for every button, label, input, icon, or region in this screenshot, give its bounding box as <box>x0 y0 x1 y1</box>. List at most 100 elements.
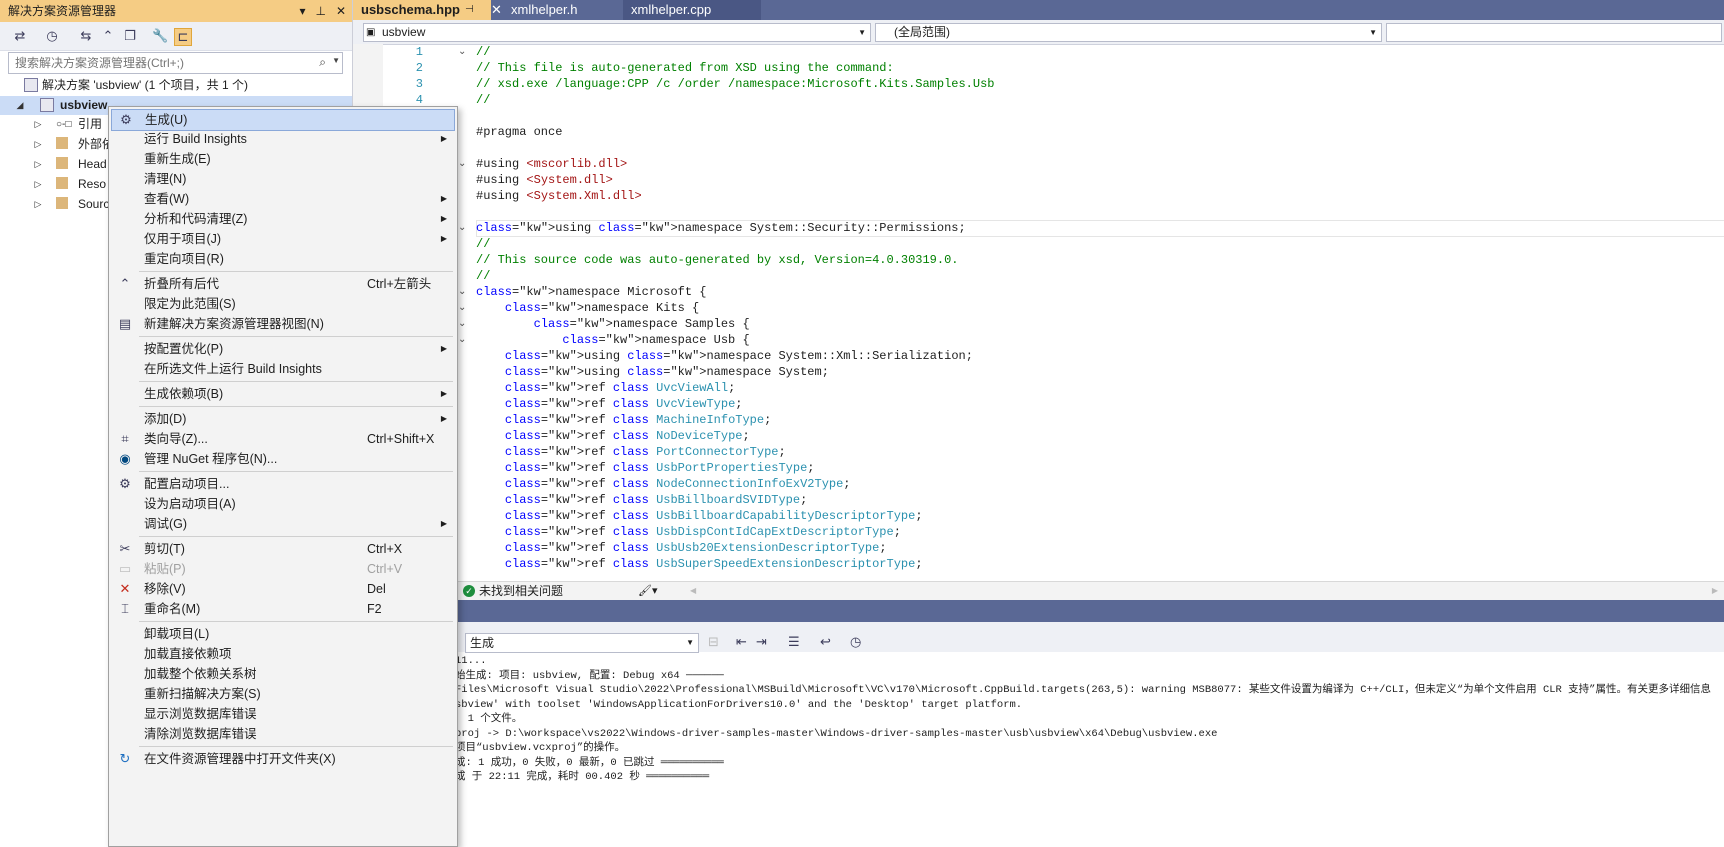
tree-item-headers[interactable]: ▷ Head <box>0 155 108 174</box>
menu-item-29[interactable]: 显示浏览数据库错误 <box>111 704 455 724</box>
code-line[interactable]: // This source code was auto-generated b… <box>476 252 958 268</box>
tab-usbschema-hpp[interactable]: usbschema.hpp ⊣ ✕ <box>353 0 502 20</box>
code-line[interactable]: class="kw">namespace Microsoft { <box>476 284 706 300</box>
collapse-arrow-icon[interactable]: ▷ <box>33 115 43 134</box>
switch-views-icon[interactable]: ⇆ <box>78 28 94 44</box>
code-line[interactable]: class="kw">ref class UsbUsb20ExtensionDe… <box>476 540 887 556</box>
code-line[interactable]: class="kw">using class="kw">namespace Sy… <box>476 348 973 364</box>
fold-icon[interactable]: ⌄ <box>458 156 468 172</box>
close-icon[interactable]: ✕ <box>336 0 346 22</box>
sync-icon[interactable]: ⇄ <box>12 28 28 44</box>
tree-item-sources[interactable]: ▷ Sourc <box>0 195 109 214</box>
code-line[interactable]: // xsd.exe /language:CPP /c /order /name… <box>476 76 994 92</box>
expand-arrow-icon[interactable]: ◢ <box>15 96 25 115</box>
menu-item-20[interactable]: 调试(G) ▶ <box>111 514 455 534</box>
code-line[interactable]: class="kw">ref class UsbDispContIdCapExt… <box>476 524 901 540</box>
show-all-files-icon[interactable]: ❐ <box>122 28 138 44</box>
code-line[interactable]: #pragma once <box>476 124 562 140</box>
code-line[interactable]: #using <System.Xml.dll> <box>476 188 642 204</box>
fold-icon[interactable]: ⌄ <box>458 332 468 348</box>
fold-icon[interactable]: ⌄ <box>458 300 468 316</box>
menu-item-6[interactable]: 分析和代码清理(Z) ▶ <box>111 209 455 229</box>
menu-item-23[interactable]: ✕ 移除(V) Del <box>111 579 455 599</box>
code-line[interactable]: class="kw">using class="kw">namespace Sy… <box>476 220 966 236</box>
menu-item-9[interactable]: ⌃ 折叠所有后代 Ctrl+左箭头 <box>111 274 455 294</box>
code-line[interactable]: class="kw">ref class UvcViewAll; <box>476 380 735 396</box>
previous-message-icon[interactable]: ⇤ <box>736 634 747 650</box>
menu-item-7[interactable]: 仅用于项目(J) ▶ <box>111 229 455 249</box>
clear-all-icon[interactable]: ☰ <box>788 634 800 650</box>
code-editor[interactable]: //// This file is auto-generated from XS… <box>476 44 1724 582</box>
pin-icon[interactable]: ⊣ <box>465 0 474 20</box>
tree-item-external[interactable]: ▷ 外部依 <box>0 135 114 154</box>
code-line[interactable]: // This file is auto-generated from XSD … <box>476 60 894 76</box>
next-message-icon[interactable]: ⇥ <box>756 634 767 650</box>
menu-item-21[interactable]: ✂ 剪切(T) Ctrl+X <box>111 539 455 559</box>
menu-item-1[interactable]: ⚙ 生成(U) <box>111 109 455 131</box>
menu-item-25[interactable]: 卸载项目(L) <box>111 624 455 644</box>
history-icon[interactable]: ◷ <box>44 28 60 44</box>
menu-item-4[interactable]: 清理(N) <box>111 169 455 189</box>
search-options-icon[interactable]: ▼ <box>332 56 340 65</box>
output-source-select[interactable]: 生成 ▼ <box>465 633 699 653</box>
menu-item-24[interactable]: ⌶ 重命名(M) F2 <box>111 599 455 619</box>
tab-xmlhelper-h[interactable]: xmlhelper.h <box>503 0 627 20</box>
brush-icon[interactable]: 🖌▾ <box>638 582 658 600</box>
scope-dropdown[interactable]: (全局范围) ▼ <box>875 23 1382 42</box>
code-line[interactable]: #using <System.dll> <box>476 172 613 188</box>
menu-item-16[interactable]: ⌗ 类向导(Z)... Ctrl+Shift+X <box>111 429 455 449</box>
preview-selected-icon[interactable]: ⊏ <box>174 28 192 46</box>
search-input[interactable] <box>13 54 317 72</box>
fold-icon[interactable]: ⌄ <box>458 284 468 300</box>
code-line[interactable]: class="kw">namespace Kits { <box>476 300 699 316</box>
code-line[interactable]: // <box>476 44 490 60</box>
code-line[interactable]: class="kw">ref class UsbSuperSpeedExtens… <box>476 556 923 572</box>
collapse-all-icon[interactable]: ⌃ <box>100 28 116 44</box>
pin-icon[interactable]: ⊥ <box>315 0 325 22</box>
collapse-arrow-icon[interactable]: ▷ <box>33 155 43 174</box>
menu-item-3[interactable]: 重新生成(E) <box>111 149 455 169</box>
code-line[interactable]: class="kw">ref class UsbBillboardSVIDTyp… <box>476 492 807 508</box>
solution-explorer-search[interactable]: ⌕ ▼ <box>8 52 343 74</box>
dropdown-arrow-icon[interactable]: ▾ <box>299 0 305 22</box>
menu-item-8[interactable]: 重定向项目(R) <box>111 249 455 269</box>
properties-icon[interactable]: 🔧 <box>152 28 168 44</box>
scroll-right-icon[interactable]: ▶ <box>1712 582 1718 600</box>
collapse-arrow-icon[interactable]: ▷ <box>33 175 43 194</box>
menu-item-18[interactable]: ⚙ 配置启动项目... <box>111 474 455 494</box>
code-line[interactable]: // <box>476 268 490 284</box>
code-line[interactable]: class="kw">ref class UsbBillboardCapabil… <box>476 508 923 524</box>
menu-item-14[interactable]: 生成依赖项(B) ▶ <box>111 384 455 404</box>
menu-item-13[interactable]: 在所选文件上运行 Build Insights <box>111 359 455 379</box>
output-text[interactable]: 11... 始生成: 项目: usbview, 配置: Debug x64 ───… <box>455 654 1724 845</box>
close-icon[interactable]: ✕ <box>491 0 502 20</box>
member-dropdown[interactable] <box>1386 23 1722 42</box>
code-line[interactable]: class="kw">ref class NodeConnectionInfoE… <box>476 476 851 492</box>
menu-item-17[interactable]: ◉ 管理 NuGet 程序包(N)... <box>111 449 455 469</box>
fold-icon[interactable]: ⌄ <box>458 316 468 332</box>
menu-item-10[interactable]: 限定为此范围(S) <box>111 294 455 314</box>
code-line[interactable]: class="kw">namespace Samples { <box>476 316 750 332</box>
word-wrap-icon[interactable]: ↩ <box>820 634 831 650</box>
code-line[interactable]: // <box>476 92 490 108</box>
code-line[interactable]: class="kw">ref class MachineInfoType; <box>476 412 771 428</box>
code-line[interactable]: class="kw">ref class UsbPortPropertiesTy… <box>476 460 815 476</box>
fold-icon[interactable]: ⌄ <box>458 44 468 60</box>
menu-item-5[interactable]: 查看(W) ▶ <box>111 189 455 209</box>
code-line[interactable]: // <box>476 236 490 252</box>
tab-xmlhelper-cpp[interactable]: xmlhelper.cpp <box>623 0 761 20</box>
menu-item-19[interactable]: 设为启动项目(A) <box>111 494 455 514</box>
menu-item-30[interactable]: 清除浏览数据库错误 <box>111 724 455 744</box>
code-line[interactable]: class="kw">using class="kw">namespace Sy… <box>476 364 829 380</box>
code-line[interactable]: class="kw">namespace Usb { <box>476 332 749 348</box>
code-line[interactable]: class="kw">ref class NoDeviceType; <box>476 428 750 444</box>
tree-solution-node[interactable]: 解决方案 'usbview' (1 个项目，共 1 个) <box>0 76 352 95</box>
menu-item-26[interactable]: 加载直接依赖项 <box>111 644 455 664</box>
tree-item-resources[interactable]: ▷ Reso <box>0 175 108 194</box>
collapse-arrow-icon[interactable]: ▷ <box>33 135 43 154</box>
clock-icon[interactable]: ◷ <box>850 634 861 650</box>
menu-item-12[interactable]: 按配置优化(P) ▶ <box>111 339 455 359</box>
menu-item-27[interactable]: 加载整个依赖关系树 <box>111 664 455 684</box>
menu-item-28[interactable]: 重新扫描解决方案(S) <box>111 684 455 704</box>
scroll-left-icon[interactable]: ◀ <box>690 582 696 600</box>
